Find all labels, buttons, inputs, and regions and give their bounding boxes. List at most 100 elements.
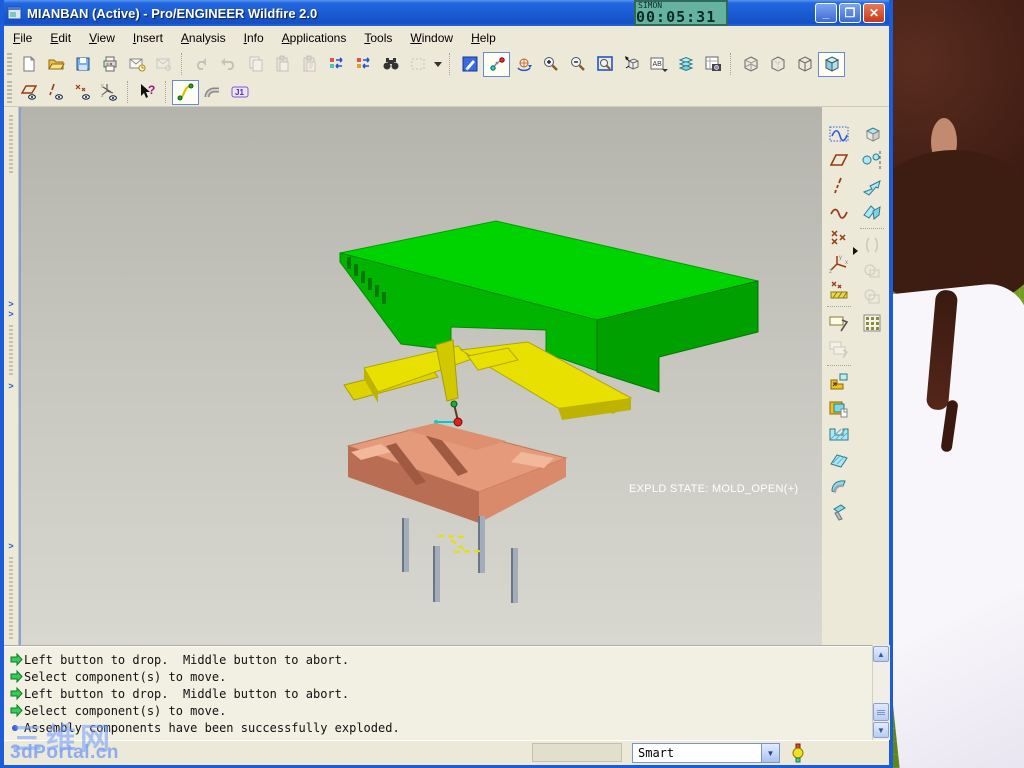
copy-button[interactable] (242, 52, 269, 77)
joint-j1-button[interactable]: J1 (226, 80, 253, 105)
redo-button[interactable] (215, 52, 242, 77)
regenerate-custom-button[interactable] (350, 52, 377, 77)
view-capture-button[interactable] (699, 52, 726, 77)
menu-window[interactable]: Window (401, 28, 462, 48)
flyout-arrow-icon[interactable] (853, 247, 858, 255)
hole-button[interactable] (858, 284, 886, 310)
sash-open-chevron[interactable]: > (8, 381, 13, 391)
orient-mode-button[interactable] (510, 52, 537, 77)
datum-axis-button[interactable] (825, 173, 853, 199)
scroll-up-button[interactable]: ▲ (873, 646, 889, 662)
menu-file[interactable]: File (4, 28, 41, 48)
graphics-viewport[interactable]: EXPLD STATE: MOLD_OPEN(+) (19, 107, 824, 645)
context-help-button[interactable]: ? (134, 80, 161, 105)
selection-filter-combo[interactable]: Smart ▼ (632, 743, 780, 763)
find-button[interactable] (377, 52, 404, 77)
zoom-in-button[interactable] (537, 52, 564, 77)
hidden-line-button[interactable] (764, 52, 791, 77)
message-scrollbar[interactable]: ▲ ▼ (872, 645, 890, 740)
toolbar-grip[interactable] (7, 53, 12, 75)
undo-button[interactable] (188, 52, 215, 77)
menu-bar: File Edit View Insert Analysis Info Appl… (4, 26, 889, 51)
select-options-button[interactable] (431, 52, 445, 77)
menu-help[interactable]: Help (462, 28, 505, 48)
sash-open-chevron[interactable]: > (8, 541, 13, 551)
menu-info[interactable]: Info (235, 28, 273, 48)
menu-view[interactable]: View (80, 28, 124, 48)
datum-axes-toggle[interactable] (42, 80, 69, 105)
mold-component-button[interactable] (825, 369, 853, 395)
parting-surface-button[interactable] (825, 447, 853, 473)
navigator-sash[interactable]: > > > > (4, 107, 19, 645)
explode-lines-button[interactable] (172, 79, 199, 105)
select-box-button[interactable] (404, 52, 431, 77)
sash-grip[interactable] (9, 325, 13, 375)
style-feature-button[interactable] (825, 121, 853, 147)
close-button[interactable]: ✕ (863, 3, 885, 23)
regenerate-button[interactable] (323, 52, 350, 77)
scroll-down-button[interactable]: ▼ (873, 722, 889, 738)
maximize-button[interactable]: ❒ (839, 3, 861, 23)
csys-toggle[interactable]: yz (96, 80, 123, 105)
new-button[interactable] (15, 52, 42, 77)
wireframe-button[interactable] (737, 52, 764, 77)
sash-grip[interactable] (9, 557, 13, 639)
sash-open-chevron[interactable]: > (8, 299, 13, 309)
spin-center-button[interactable] (483, 51, 510, 77)
mold-cavity-button[interactable] (825, 421, 853, 447)
layers-button[interactable] (672, 52, 699, 77)
minimize-button[interactable]: _ (815, 3, 837, 23)
menu-applications[interactable]: Applications (273, 28, 356, 48)
datum-point-button[interactable] (825, 225, 853, 251)
shaded-button[interactable] (818, 51, 845, 77)
sweep-icon (862, 180, 881, 196)
sash-open-chevron[interactable]: > (8, 309, 13, 319)
selection-buffer-icon[interactable] (790, 743, 806, 763)
menu-analysis[interactable]: Analysis (172, 28, 235, 48)
datum-curve-icon (829, 208, 848, 219)
menu-tools[interactable]: Tools (355, 28, 401, 48)
datum-planes-toggle[interactable] (15, 80, 42, 105)
round-button[interactable] (858, 232, 886, 258)
sketch-button[interactable] (825, 310, 853, 336)
offset-points-button[interactable] (825, 277, 853, 303)
pipe-button[interactable] (199, 80, 226, 105)
coordinate-system-button[interactable]: y z x (825, 251, 853, 277)
sash-grip[interactable] (9, 113, 13, 173)
datum-points-toggle[interactable] (69, 80, 96, 105)
mold-trim-button[interactable] (825, 499, 853, 525)
menu-insert[interactable]: Insert (124, 28, 172, 48)
combo-arrow-icon[interactable]: ▼ (761, 744, 779, 762)
toolbar-separator (127, 81, 130, 103)
saved-views-button[interactable] (618, 52, 645, 77)
mold-volume-button[interactable] (825, 473, 853, 499)
mold-workpiece-button[interactable] (825, 395, 853, 421)
sketch-internal-button[interactable] (825, 336, 853, 362)
zoom-out-icon (570, 57, 585, 71)
blend-icon (862, 205, 881, 220)
sweep-button[interactable] (858, 173, 886, 199)
chamfer-button[interactable] (858, 258, 886, 284)
menu-edit[interactable]: Edit (41, 28, 80, 48)
paste-button[interactable] (269, 52, 296, 77)
revolve-button[interactable] (858, 147, 886, 173)
refit-button[interactable] (591, 52, 618, 77)
open-button[interactable] (42, 52, 69, 77)
print-button[interactable] (96, 52, 123, 77)
datum-curve-button[interactable] (825, 199, 853, 225)
save-button[interactable] (69, 52, 96, 77)
scroll-thumb[interactable] (873, 703, 889, 721)
toolbar-grip[interactable] (7, 81, 12, 103)
repaint-button[interactable] (456, 52, 483, 77)
blend-button[interactable] (858, 199, 886, 225)
paste-special-button[interactable] (296, 52, 323, 77)
view-manager-button[interactable]: AB (645, 52, 672, 77)
extrude-button[interactable] (858, 121, 886, 147)
zoom-out-button[interactable] (564, 52, 591, 77)
no-hidden-button[interactable] (791, 52, 818, 77)
send-mail-button[interactable] (123, 52, 150, 77)
pattern-button[interactable] (858, 310, 886, 336)
datum-plane-button[interactable] (825, 147, 853, 173)
mail-link-button[interactable] (150, 52, 177, 77)
title-bar[interactable]: MIANBAN (Active) - Pro/ENGINEER Wildfire… (4, 0, 889, 26)
